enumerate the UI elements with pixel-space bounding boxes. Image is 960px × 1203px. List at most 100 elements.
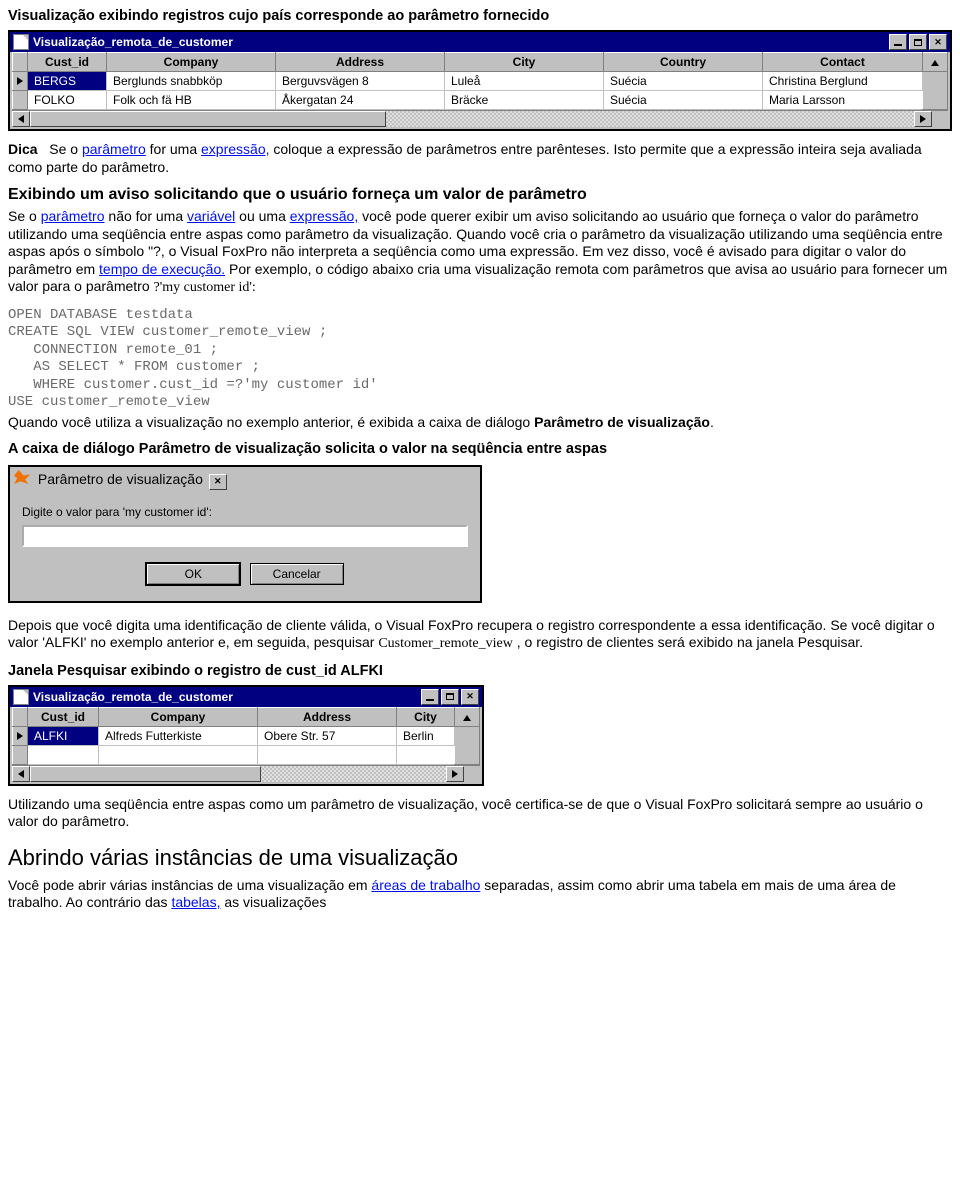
vscroll-track[interactable] (455, 726, 480, 764)
cell[interactable]: Suécia (604, 91, 763, 110)
link-parametro-2[interactable]: parâmetro (41, 208, 105, 224)
col-header[interactable]: Contact (763, 53, 923, 72)
browse-window-2: Visualização_remota_de_customer Cust_id … (8, 685, 484, 786)
data-grid-1[interactable]: Cust_id Company Address City Country Con… (12, 52, 948, 110)
col-header[interactable]: Cust_id (28, 53, 107, 72)
cell[interactable]: Berlin (397, 726, 455, 745)
col-header[interactable]: Country (604, 53, 763, 72)
text: Se o (49, 141, 82, 157)
data-grid-2[interactable]: Cust_id Company Address City ALFKI Alfre… (12, 707, 480, 765)
cell[interactable]: Luleå (445, 72, 604, 91)
link-expressao[interactable]: expressão, (201, 141, 269, 157)
scroll-left-button[interactable] (12, 111, 30, 127)
close-button[interactable] (929, 34, 947, 50)
titlebar-2: Visualização_remota_de_customer (10, 687, 482, 707)
parameter-input[interactable] (22, 525, 468, 547)
document-icon (13, 34, 29, 50)
inline-code: Customer_remote_view (378, 636, 513, 651)
col-header[interactable]: City (397, 707, 455, 726)
section-heading-5: Abrindo várias instâncias de uma visuali… (8, 845, 952, 871)
body-paragraph: Se o parâmetro não for uma variável ou u… (8, 208, 952, 297)
cell[interactable]: Berguvsvägen 8 (276, 72, 445, 91)
vscroll-track[interactable] (923, 72, 948, 110)
col-header[interactable]: Company (107, 53, 276, 72)
minimize-button[interactable] (889, 34, 907, 50)
cell[interactable]: Berglunds snabbköp (107, 72, 276, 91)
dialog-prompt: Digite o valor para 'my customer id': (22, 505, 468, 519)
table-row[interactable]: FOLKO Folk och fä HB Åkergatan 24 Bräcke… (13, 91, 948, 110)
corner-cell (13, 53, 28, 72)
cell[interactable]: Christina Berglund (763, 72, 923, 91)
link-tempo-execucao[interactable]: tempo de execução. (99, 261, 225, 277)
text: , o registro de clientes será exibido na… (517, 634, 863, 650)
scroll-corner (464, 766, 480, 782)
section-heading-2: Exibindo um aviso solicitando que o usuá… (8, 186, 952, 204)
text-bold: Parâmetro de visualização (534, 414, 710, 430)
cell[interactable]: ALFKI (28, 726, 99, 745)
col-header[interactable]: Company (99, 707, 258, 726)
dialog-title: Parâmetro de visualização (38, 471, 203, 487)
cell[interactable]: Åkergatan 24 (276, 91, 445, 110)
text: as visualizações (224, 894, 326, 910)
text: for uma (150, 141, 201, 157)
close-button[interactable] (461, 689, 479, 705)
tip-label: Dica (8, 141, 38, 157)
cell[interactable]: Suécia (604, 72, 763, 91)
window-title-2: Visualização_remota_de_customer (33, 690, 233, 704)
table-row (13, 745, 480, 764)
section-heading-4: Janela Pesquisar exibindo o registro de … (8, 663, 952, 679)
ok-button[interactable]: OK (146, 563, 240, 585)
col-header[interactable]: Cust_id (28, 707, 99, 726)
cell[interactable]: Folk och fä HB (107, 91, 276, 110)
minimize-button[interactable] (421, 689, 439, 705)
cancel-button[interactable]: Cancelar (250, 563, 344, 585)
table-row[interactable]: BERGS Berglunds snabbköp Berguvsvägen 8 … (13, 72, 948, 91)
text: ou uma (239, 208, 290, 224)
maximize-button[interactable] (441, 689, 459, 705)
scroll-up-button[interactable] (455, 707, 480, 726)
horizontal-scrollbar[interactable] (12, 110, 948, 127)
link-parametro[interactable]: parâmetro (82, 141, 146, 157)
maximize-button[interactable] (909, 34, 927, 50)
text: Se o (8, 208, 41, 224)
body-paragraph: Utilizando uma seqüência entre aspas com… (8, 796, 952, 831)
col-header[interactable]: City (445, 53, 604, 72)
text: Quando você utiliza a visualização no ex… (8, 414, 534, 430)
link-tabelas[interactable]: tabelas, (171, 894, 220, 910)
foxpro-icon (14, 470, 30, 484)
section-heading-3: A caixa de diálogo Parâmetro de visualiz… (8, 441, 952, 457)
cell[interactable]: FOLKO (28, 91, 107, 110)
scroll-thumb[interactable] (30, 766, 261, 782)
browse-window-1: Visualização_remota_de_customer Cust_id … (8, 30, 952, 131)
table-row[interactable]: ALFKI Alfreds Futterkiste Obere Str. 57 … (13, 726, 480, 745)
link-expressao-2[interactable]: expressão, (290, 208, 358, 224)
dialog-titlebar: Parâmetro de visualização (10, 467, 480, 493)
scroll-up-button[interactable] (923, 53, 948, 72)
close-button[interactable] (209, 474, 227, 490)
parameter-dialog: Parâmetro de visualização Digite o valor… (8, 465, 482, 603)
row-marker (13, 91, 28, 110)
scroll-corner (932, 111, 948, 127)
col-header[interactable]: Address (276, 53, 445, 72)
scroll-thumb[interactable] (30, 111, 386, 127)
scroll-right-button[interactable] (446, 766, 464, 782)
cell[interactable]: Alfreds Futterkiste (99, 726, 258, 745)
cell[interactable]: Bräcke (445, 91, 604, 110)
scroll-right-button[interactable] (914, 111, 932, 127)
horizontal-scrollbar[interactable] (12, 765, 480, 782)
body-paragraph: Quando você utiliza a visualização no ex… (8, 414, 952, 432)
link-variavel[interactable]: variável (187, 208, 235, 224)
cell[interactable]: Obere Str. 57 (258, 726, 397, 745)
window-title-1: Visualização_remota_de_customer (33, 35, 233, 49)
col-header[interactable]: Address (258, 707, 397, 726)
section-heading-1: Visualização exibindo registros cujo paí… (8, 8, 952, 24)
scroll-left-button[interactable] (12, 766, 30, 782)
text: coloque a expressão de parâmetros entre … (8, 141, 922, 175)
text: não for uma (108, 208, 187, 224)
inline-code: ?'my customer id': (154, 280, 256, 295)
cell[interactable]: BERGS (28, 72, 107, 91)
link-areas-trabalho[interactable]: áreas de trabalho (371, 877, 480, 893)
cell[interactable]: Maria Larsson (763, 91, 923, 110)
document-icon (13, 689, 29, 705)
titlebar-1: Visualização_remota_de_customer (10, 32, 950, 52)
